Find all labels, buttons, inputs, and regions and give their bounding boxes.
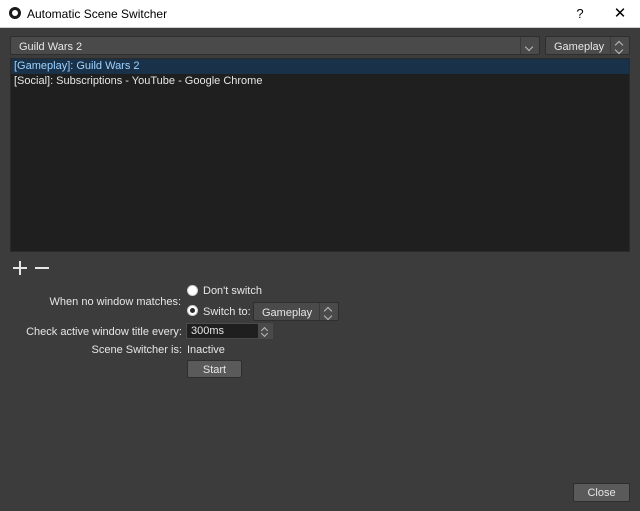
switch-to-scene-value: Gameplay	[262, 307, 313, 319]
status-value: Inactive	[187, 344, 225, 356]
check-interval-input[interactable]: 300ms	[186, 323, 273, 339]
list-item[interactable]: [Social]: Subscriptions - YouTube - Goog…	[11, 74, 629, 89]
switch-to-label[interactable]: Switch to:	[203, 306, 251, 318]
title-bar: Automatic Scene Switcher ? ✕	[0, 0, 640, 28]
scene-select-value: Gameplay	[554, 41, 605, 53]
spin-arrows-icon[interactable]	[258, 324, 272, 338]
spin-arrows-icon[interactable]	[610, 37, 629, 55]
switch-rules-list[interactable]: [Gameplay]: Guild Wars 2 [Social]: Subsc…	[10, 58, 630, 252]
check-interval-value: 300ms	[191, 325, 225, 337]
dont-switch-label[interactable]: Don't switch	[203, 285, 262, 297]
window-close-button[interactable]: ✕	[600, 0, 640, 27]
status-label: Scene Switcher is:	[91, 344, 182, 356]
switch-to-scene-select[interactable]: Gameplay	[253, 302, 339, 321]
window-select-value: Guild Wars 2	[19, 41, 83, 53]
list-item[interactable]: [Gameplay]: Guild Wars 2	[11, 59, 629, 74]
window-title: Automatic Scene Switcher	[27, 7, 168, 21]
add-rule-button[interactable]	[12, 260, 28, 276]
dont-switch-radio[interactable]	[187, 285, 198, 296]
start-button[interactable]: Start	[187, 360, 242, 378]
scene-select[interactable]: Gameplay	[545, 36, 630, 55]
chevron-down-icon[interactable]	[520, 37, 539, 54]
spin-arrows-icon[interactable]	[319, 303, 338, 321]
close-button[interactable]: Close	[573, 483, 630, 502]
check-interval-label: Check active window title every:	[26, 326, 182, 338]
window-select[interactable]: Guild Wars 2	[10, 36, 540, 55]
remove-rule-button[interactable]	[34, 260, 50, 276]
help-button[interactable]: ?	[560, 0, 600, 27]
switch-to-radio[interactable]	[187, 305, 198, 316]
obs-logo-icon	[9, 7, 21, 19]
no-match-label: When no window matches:	[49, 296, 181, 308]
